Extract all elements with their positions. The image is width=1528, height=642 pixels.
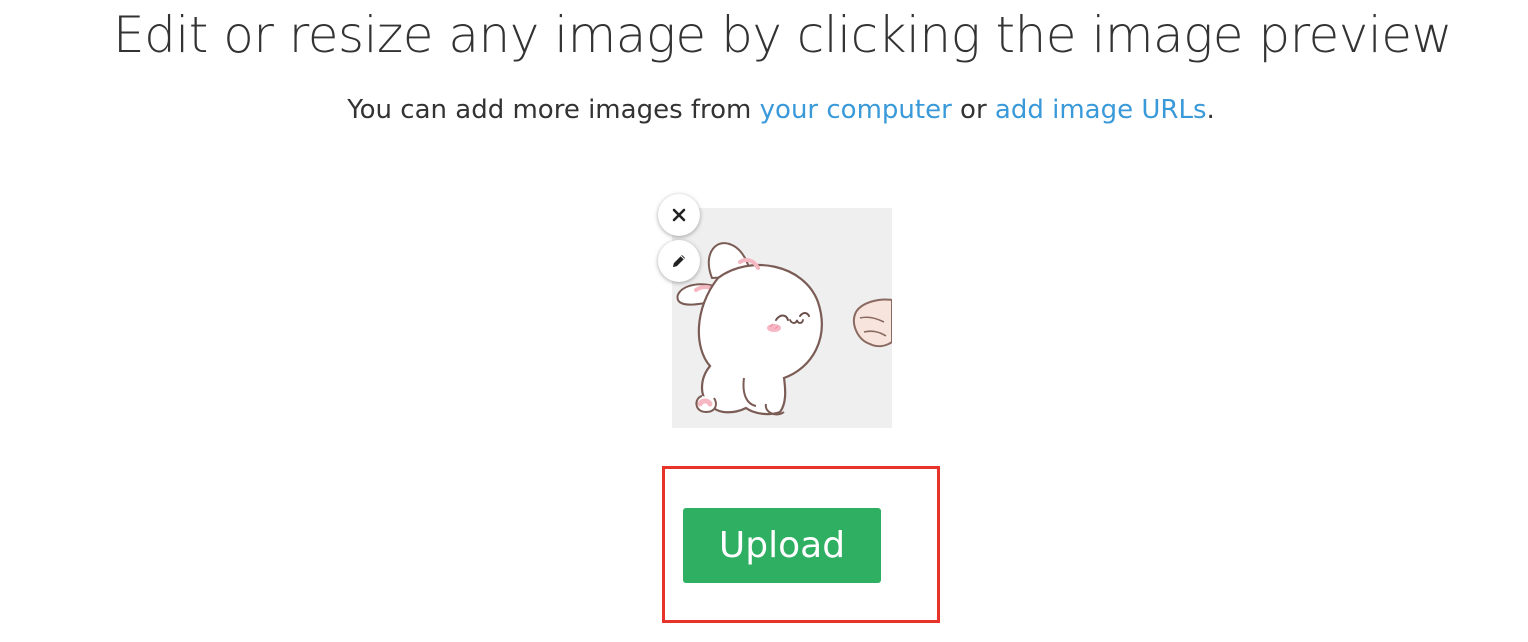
page-title: Edit or resize any image by clicking the… (113, 6, 1452, 64)
edit-image-button[interactable] (658, 240, 700, 282)
image-preview[interactable] (672, 208, 892, 428)
bunny-illustration (672, 208, 892, 428)
upload-button[interactable]: Upload (683, 508, 881, 583)
subtitle-suffix: . (1206, 95, 1215, 125)
your-computer-link[interactable]: your computer (760, 95, 952, 125)
subtitle-middle: or (951, 95, 995, 125)
page: Edit or resize any image by clicking the… (0, 0, 1528, 642)
remove-image-button[interactable] (658, 194, 700, 236)
add-image-urls-link[interactable]: add image URLs (995, 95, 1207, 125)
page-subtitle: You can add more images from your comput… (0, 92, 1528, 128)
close-icon (672, 208, 686, 222)
subtitle-prefix: You can add more images from (347, 95, 760, 125)
pencil-icon (673, 255, 685, 267)
